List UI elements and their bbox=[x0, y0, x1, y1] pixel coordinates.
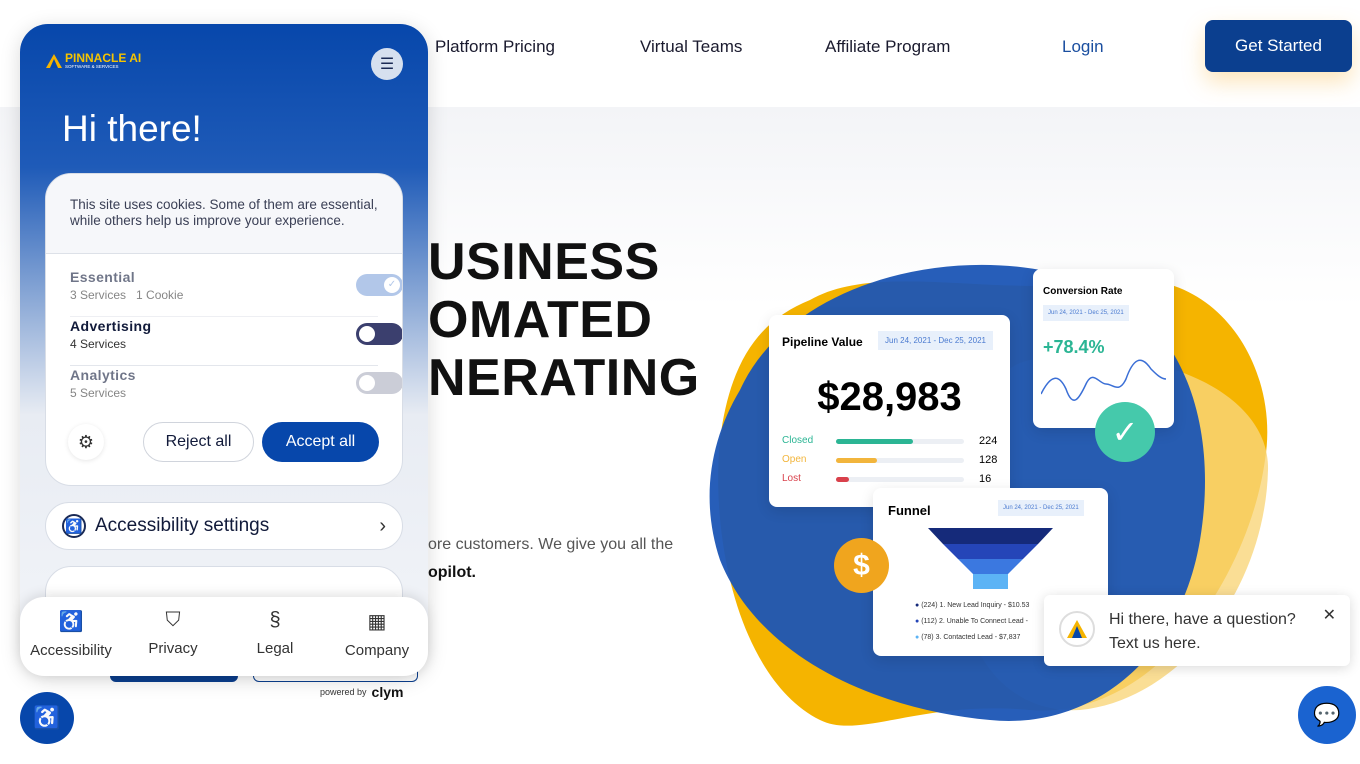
accessibility-settings-button[interactable]: ♿ Accessibility settings › bbox=[45, 502, 403, 550]
funnel-item-text: (78) 3. Contacted Lead - $7,837 bbox=[921, 634, 1021, 641]
row-value: 224 bbox=[979, 435, 998, 447]
nav-affiliate-program[interactable]: Affiliate Program bbox=[825, 37, 950, 57]
funnel-item-text: (224) 1. New Lead Inquiry - $10.53 bbox=[921, 602, 1030, 609]
row-value: 128 bbox=[979, 454, 998, 466]
cookie-category: Advertising 4 Services bbox=[46, 318, 402, 367]
category-detail: 5 Services bbox=[70, 386, 127, 400]
category-name: Analytics bbox=[70, 367, 136, 383]
hero-headline-line3: NERATING bbox=[428, 349, 700, 407]
chevron-right-icon: › bbox=[379, 514, 386, 537]
shield-icon: ⛉ bbox=[165, 609, 181, 631]
building-icon: ▦ bbox=[367, 611, 387, 633]
powered-by[interactable]: powered by clym bbox=[320, 684, 403, 700]
label: Legal bbox=[256, 640, 294, 657]
bottom-nav-accessibility[interactable]: ♿ Accessibility bbox=[20, 597, 122, 676]
logo-text: PINNACLE AI bbox=[65, 51, 142, 65]
funnel-item: ● (78) 3. Contacted Lead - $7,837 bbox=[915, 634, 1021, 641]
reject-all-button[interactable]: Reject all bbox=[143, 422, 254, 462]
pipeline-range: Jun 24, 2021 - Dec 25, 2021 bbox=[878, 331, 993, 350]
row-label: Closed bbox=[782, 435, 814, 446]
check-icon: ✓ bbox=[1095, 402, 1155, 462]
dollar-icon: $ bbox=[834, 538, 889, 593]
funnel-item-text: (112) 2. Unable To Connect Lead - bbox=[921, 618, 1028, 625]
hero-headline-line1: USINESS bbox=[428, 233, 660, 291]
row-bar-track bbox=[836, 458, 964, 463]
logo-mark-icon bbox=[46, 54, 62, 68]
powered-by-text: powered by bbox=[320, 687, 367, 697]
legal-book-icon: § bbox=[269, 609, 281, 631]
cookie-category: Analytics 5 Services bbox=[46, 367, 402, 416]
settings-gear-icon[interactable]: ⚙ bbox=[68, 424, 104, 460]
consent-panel: PINNACLE AI SOFTWARE & SERVICES ☰ Hi ther… bbox=[20, 24, 428, 676]
funnel-item: ● (112) 2. Unable To Connect Lead - bbox=[915, 618, 1028, 625]
funnel-graphic bbox=[928, 528, 1053, 589]
nav-platform-pricing[interactable]: Platform Pricing bbox=[435, 37, 555, 57]
cookie-category: Essential 3 Services 1 Cookie ✓ bbox=[46, 269, 402, 318]
bottom-nav-company[interactable]: ▦ Company bbox=[326, 597, 428, 676]
pipeline-value: $28,983 bbox=[817, 375, 962, 419]
pipeline-card: Pipeline Value Jun 24, 2021 - Dec 25, 20… bbox=[769, 315, 1010, 507]
bottom-nav-privacy[interactable]: ⛉ Privacy bbox=[122, 597, 224, 676]
chat-avatar bbox=[1059, 611, 1095, 647]
accessibility-icon: ♿ bbox=[62, 514, 86, 538]
row-bar-fill bbox=[836, 458, 877, 463]
clym-logo: clym bbox=[371, 684, 404, 700]
conversion-card: Conversion Rate Jun 24, 2021 - Dec 25, 2… bbox=[1033, 269, 1174, 428]
funnel-title: Funnel bbox=[888, 503, 931, 518]
preferences-sliders-icon[interactable]: ☰ bbox=[371, 48, 403, 80]
category-toggle[interactable] bbox=[356, 323, 402, 345]
chat-bubble[interactable]: Hi there, have a question? Text us here. … bbox=[1044, 595, 1350, 666]
conversion-range: Jun 24, 2021 - Dec 25, 2021 bbox=[1043, 305, 1129, 321]
consent-bottom-nav: ♿ Accessibility ⛉ Privacy § Legal ▦ Company bbox=[20, 597, 428, 676]
accessibility-settings-label: Accessibility settings bbox=[95, 515, 270, 536]
get-started-button[interactable]: Get Started bbox=[1205, 20, 1352, 72]
conversion-title: Conversion Rate bbox=[1043, 286, 1123, 297]
category-name: Advertising bbox=[70, 318, 152, 334]
pipeline-title: Pipeline Value bbox=[782, 335, 863, 349]
funnel-item: ● (224) 1. New Lead Inquiry - $10.53 bbox=[915, 602, 1030, 609]
hero-headline-line2: OMATED bbox=[428, 291, 653, 349]
hero-subtext: ore customers. We give you all the bbox=[428, 536, 674, 553]
category-detail: 4 Services bbox=[70, 337, 127, 351]
accessibility-floating-button[interactable]: ♿ bbox=[20, 692, 74, 744]
logo-mark-icon bbox=[1067, 620, 1087, 638]
row-bar-track bbox=[836, 439, 964, 444]
category-toggle[interactable]: ✓ bbox=[356, 274, 402, 296]
nav-login[interactable]: Login bbox=[1062, 37, 1104, 57]
row-value: 16 bbox=[979, 473, 992, 485]
close-icon[interactable]: ✕ bbox=[1323, 605, 1336, 625]
row-label: Lost bbox=[782, 473, 801, 484]
chat-line1: Hi there, have a question? bbox=[1109, 611, 1296, 628]
conversion-sparkline bbox=[1041, 359, 1166, 401]
bottom-nav-legal[interactable]: § Legal bbox=[224, 597, 326, 676]
category-toggle[interactable] bbox=[356, 372, 402, 394]
funnel-range: Jun 24, 2021 - Dec 25, 2021 bbox=[998, 500, 1084, 516]
hero-subtext-bold: opilot. bbox=[428, 564, 476, 581]
chat-line2: Text us here. bbox=[1109, 635, 1201, 652]
label: Accessibility bbox=[30, 642, 112, 659]
row-bar-fill bbox=[836, 477, 849, 482]
accept-all-button[interactable]: Accept all bbox=[262, 422, 379, 462]
pinnacle-logo: PINNACLE AI SOFTWARE & SERVICES bbox=[46, 51, 142, 69]
chat-launcher-button[interactable]: 💬 bbox=[1298, 686, 1356, 744]
cookie-card: This site uses cookies. Some of them are… bbox=[45, 173, 403, 486]
category-name: Essential bbox=[70, 269, 136, 285]
nav-virtual-teams[interactable]: Virtual Teams bbox=[640, 37, 742, 57]
label: Company bbox=[344, 642, 410, 659]
label: Privacy bbox=[148, 640, 198, 657]
row-bar-fill bbox=[836, 439, 913, 444]
row-bar-track bbox=[836, 477, 964, 482]
row-label: Open bbox=[782, 454, 807, 465]
category-detail: 3 Services 1 Cookie bbox=[70, 288, 184, 302]
greeting: Hi there! bbox=[62, 108, 202, 149]
cookie-message: This site uses cookies. Some of them are… bbox=[46, 174, 402, 254]
accessibility-icon: ♿ bbox=[58, 611, 84, 633]
